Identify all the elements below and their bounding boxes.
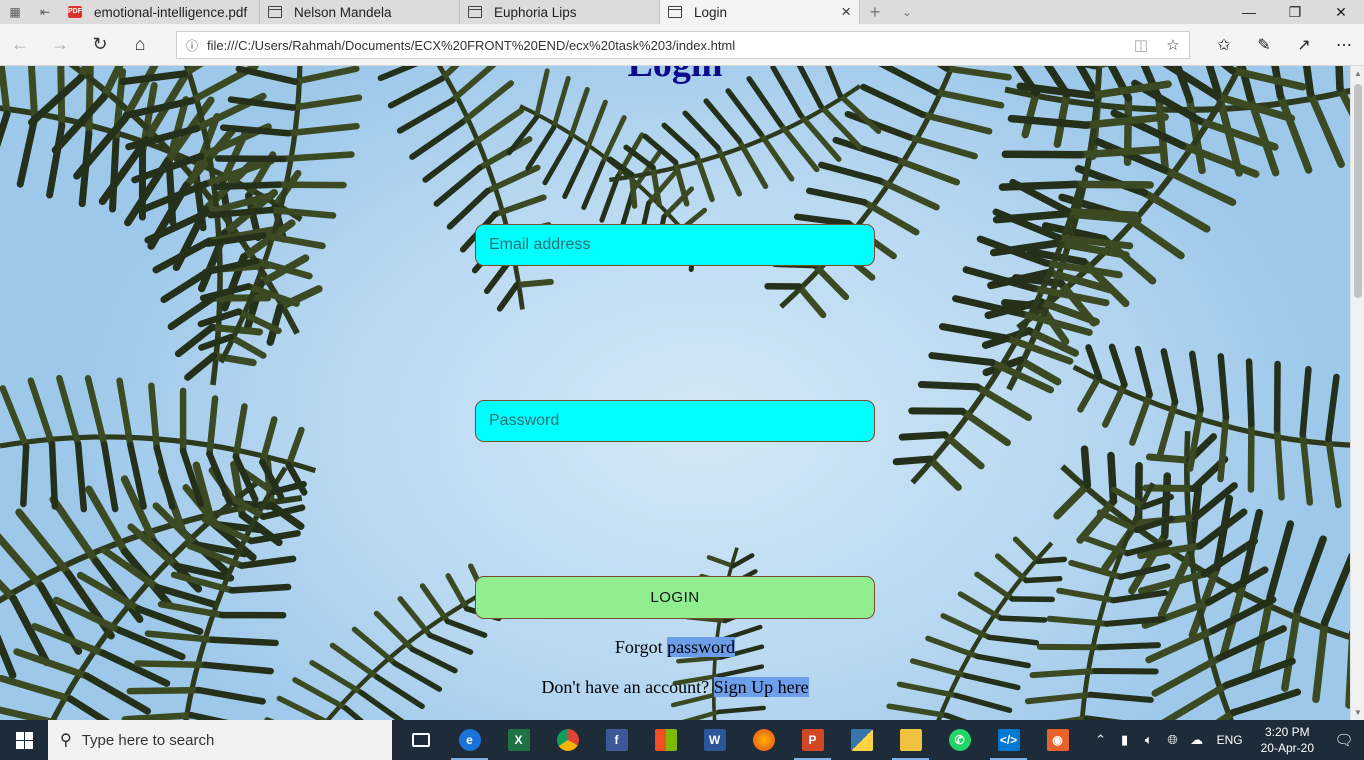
python-app[interactable] xyxy=(837,720,886,760)
notifications-icon[interactable]: 🗨︎ xyxy=(1324,731,1364,749)
page-icon xyxy=(268,6,282,18)
tab-label: Euphoria Lips xyxy=(494,4,577,20)
refresh-icon[interactable]: ↻ xyxy=(80,25,120,65)
firefox-app[interactable] xyxy=(739,720,788,760)
excel-icon: X xyxy=(507,729,530,751)
firefox-icon xyxy=(752,729,775,751)
chevron-up-icon[interactable]: ⌃ xyxy=(1089,732,1113,748)
edge-app[interactable]: e xyxy=(445,720,494,760)
excel-app[interactable]: X xyxy=(494,720,543,760)
page-icon xyxy=(668,6,682,18)
tab-label: Login xyxy=(694,4,728,20)
edge-icon: e xyxy=(458,729,481,751)
start-button[interactable] xyxy=(0,720,48,760)
folder-icon xyxy=(899,729,922,751)
tab-actions-icon[interactable]: ▦ xyxy=(0,0,30,24)
python-icon xyxy=(850,729,873,751)
task-view-icon xyxy=(411,733,430,747)
back-icon[interactable]: ← xyxy=(0,25,40,65)
url-text[interactable]: file:///C:/Users/Rahmah/Documents/ECX%20… xyxy=(207,38,1125,53)
vertical-scrollbar[interactable]: ▲ ▼ xyxy=(1350,66,1364,720)
new-tab-icon[interactable]: + xyxy=(860,0,890,24)
vscode-app[interactable]: </> xyxy=(984,720,1033,760)
favorites-icon[interactable]: ✩ xyxy=(1204,35,1244,55)
navigation-bar: ← → ↻ ⌂ ⓘ file:///C:/Users/Rahmah/Docume… xyxy=(0,24,1364,66)
store-icon xyxy=(654,729,677,751)
taskbar-search[interactable]: ⚲ Type here to search xyxy=(48,720,392,760)
windows-icon xyxy=(15,731,33,749)
chrome-app[interactable] xyxy=(543,720,592,760)
window-controls: — ❐ ✕ xyxy=(1226,0,1364,24)
scroll-down-icon[interactable]: ▼ xyxy=(1351,708,1364,717)
scrollbar-thumb[interactable] xyxy=(1354,84,1362,298)
address-bar[interactable]: ⓘ file:///C:/Users/Rahmah/Documents/ECX%… xyxy=(176,31,1190,59)
store-app[interactable] xyxy=(641,720,690,760)
whatsapp-icon: ✆ xyxy=(948,729,971,751)
task-view-button[interactable] xyxy=(396,720,445,760)
clock-time: 3:20 PM xyxy=(1264,725,1310,739)
share-icon[interactable]: ↗ xyxy=(1284,35,1324,55)
taskbar: ⚲ Type here to search e X f W P ✆ </> ◉ … xyxy=(0,720,1364,760)
search-icon: ⚲ xyxy=(60,732,72,749)
language-indicator[interactable]: ENG xyxy=(1217,733,1243,747)
tab-nelson-mandela[interactable]: Nelson Mandela xyxy=(260,0,460,24)
forgot-password-line: Forgot password xyxy=(0,637,1350,658)
volume-icon[interactable]: 🔈︎ xyxy=(1137,732,1161,748)
chrome-icon xyxy=(556,729,579,751)
more-icon[interactable]: ⋯ xyxy=(1324,35,1364,55)
file-explorer-app[interactable] xyxy=(886,720,935,760)
pen-icon[interactable]: ✎ xyxy=(1244,35,1284,55)
tab-bar: ▦ ⇤ PDF emotional-intelligence.pdf Nelso… xyxy=(0,0,1364,24)
forgot-password-link[interactable]: password xyxy=(667,637,736,657)
pinned-apps: e X f W P ✆ </> ◉ xyxy=(396,720,1082,760)
powerpoint-icon: P xyxy=(801,729,824,751)
login-button[interactable]: LOGIN xyxy=(475,576,875,619)
chevron-down-icon[interactable]: ⌄ xyxy=(890,0,924,24)
password-input[interactable] xyxy=(475,400,875,442)
whatsapp-app[interactable]: ✆ xyxy=(935,720,984,760)
battery-icon[interactable]: ▮ xyxy=(1113,732,1137,748)
restore-icon[interactable]: ❐ xyxy=(1272,0,1318,24)
powerpoint-app[interactable]: P xyxy=(788,720,837,760)
info-icon[interactable]: ⓘ xyxy=(177,37,207,54)
page-icon xyxy=(468,6,482,18)
facebook-icon: f xyxy=(605,729,628,751)
page-title: Login xyxy=(0,66,1350,86)
toolbar-right: ✩ ✎ ↗ ⋯ xyxy=(1204,24,1364,66)
home-icon[interactable]: ⌂ xyxy=(120,25,160,65)
reading-view-icon[interactable]: ◫ xyxy=(1125,36,1157,54)
forgot-prefix: Forgot xyxy=(614,637,668,657)
facebook-app[interactable]: f xyxy=(592,720,641,760)
favorite-star-icon[interactable]: ☆ xyxy=(1157,36,1189,54)
signup-line: Don't have an account? Sign Up here xyxy=(0,677,1350,698)
set-aside-tabs-icon[interactable]: ⇤ xyxy=(30,0,60,24)
clock[interactable]: 3:20 PM 20-Apr-20 xyxy=(1261,724,1314,756)
word-app[interactable]: W xyxy=(690,720,739,760)
search-placeholder: Type here to search xyxy=(81,731,215,749)
close-tab-icon[interactable]: × xyxy=(841,2,851,22)
forward-icon[interactable]: → xyxy=(40,25,80,65)
pdf-icon: PDF xyxy=(68,6,82,18)
email-input[interactable] xyxy=(475,224,875,266)
cloud-icon[interactable]: ☁ xyxy=(1185,732,1209,748)
camera-app[interactable]: ◉ xyxy=(1033,720,1082,760)
minimize-icon[interactable]: — xyxy=(1226,0,1272,24)
signup-prefix: Don't have an account? xyxy=(541,677,714,697)
tab-login[interactable]: Login × xyxy=(660,0,860,24)
vscode-icon: </> xyxy=(997,729,1020,751)
clock-date: 20-Apr-20 xyxy=(1260,741,1314,755)
system-tray: ⌃ ▮ 🔈︎ 🌐︎ ☁ ENG 3:20 PM 20-Apr-20 🗨︎ xyxy=(1089,720,1364,760)
sign-up-link[interactable]: Sign Up here xyxy=(713,677,809,697)
network-icon[interactable]: 🌐︎ xyxy=(1161,732,1185,748)
tab-label: Nelson Mandela xyxy=(294,4,392,20)
word-icon: W xyxy=(703,729,726,751)
tab-label: emotional-intelligence.pdf xyxy=(94,4,248,20)
page-viewport: Login LOGIN Forgot password Don't have a… xyxy=(0,66,1350,720)
tab-emotional-intelligence[interactable]: PDF emotional-intelligence.pdf xyxy=(60,0,260,24)
close-window-icon[interactable]: ✕ xyxy=(1318,0,1364,24)
scroll-up-icon[interactable]: ▲ xyxy=(1351,69,1364,78)
tab-euphoria-lips[interactable]: Euphoria Lips xyxy=(460,0,660,24)
palm-background xyxy=(0,66,1350,720)
camera-icon: ◉ xyxy=(1046,729,1069,751)
